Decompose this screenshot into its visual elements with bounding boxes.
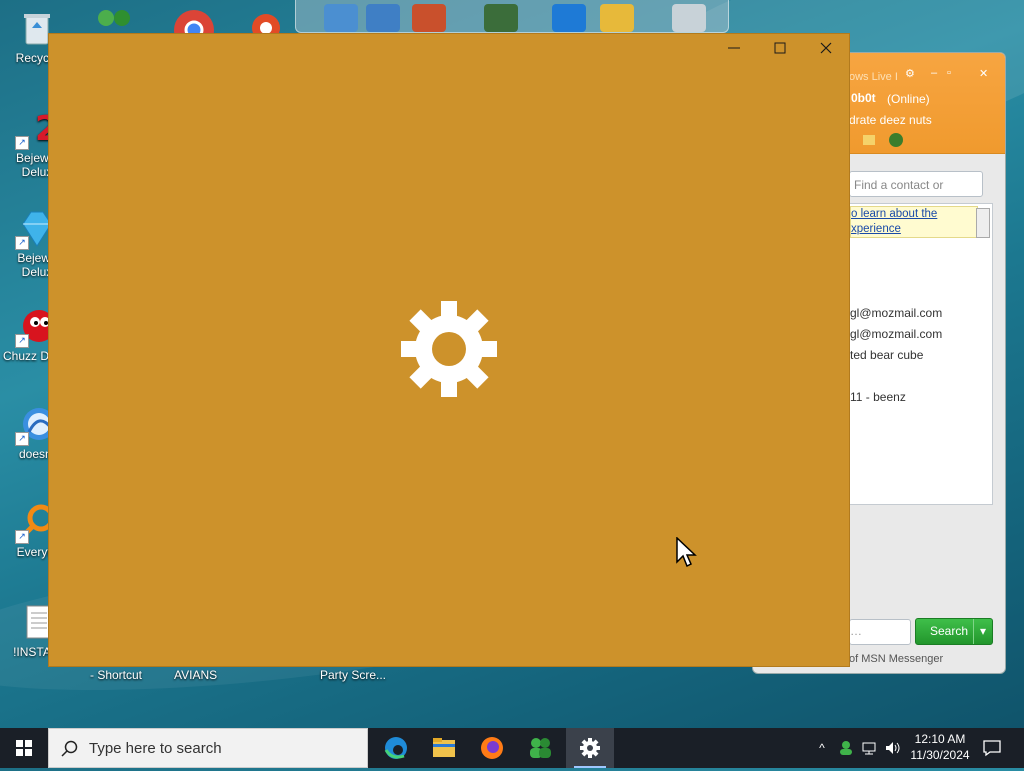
edge-icon bbox=[384, 737, 407, 759]
messenger-username[interactable]: 0b0t bbox=[851, 91, 876, 105]
windows-logo-icon bbox=[16, 740, 32, 756]
messenger-title: ows Live I bbox=[849, 71, 898, 83]
mouse-cursor-icon bbox=[676, 537, 697, 568]
volume-icon[interactable] bbox=[884, 740, 900, 756]
contact-item[interactable]: 11 - beenz bbox=[850, 390, 906, 404]
avatar-icon bbox=[484, 4, 518, 32]
taskbar-messenger[interactable] bbox=[516, 728, 564, 768]
contact-item[interactable]: gl@mozmail.com bbox=[850, 306, 942, 320]
messenger-desktop-icon[interactable] bbox=[92, 6, 136, 34]
spaces-icon[interactable] bbox=[889, 133, 903, 147]
contact-list: o learn about the xperience gl@mozmail.c… bbox=[849, 203, 993, 505]
image-icon bbox=[412, 4, 446, 32]
mail-icon[interactable] bbox=[863, 135, 875, 145]
firefox-icon bbox=[481, 737, 503, 759]
messenger-footer: of MSN Messenger bbox=[849, 653, 944, 665]
contact-search-input[interactable]: Find a contact or numbe bbox=[849, 171, 983, 218]
info-banner-link[interactable]: o learn about the bbox=[851, 207, 977, 222]
info-banner-link[interactable]: xperience bbox=[851, 222, 977, 237]
messenger-status[interactable]: (Online) bbox=[887, 92, 930, 106]
recycle-bin-icon bbox=[672, 4, 706, 32]
settings-icon bbox=[580, 738, 600, 758]
globe-icon bbox=[366, 4, 400, 32]
messenger-maximize-button[interactable]: ▫ bbox=[947, 67, 951, 79]
show-hidden-icons-chevron-icon[interactable]: ^ bbox=[812, 728, 832, 768]
search-button-label: Search bbox=[930, 624, 969, 638]
clock-date: 11/30/2024 bbox=[910, 748, 970, 762]
messenger-settings-icon[interactable]: ⚙ bbox=[905, 67, 915, 80]
background-window-strip bbox=[295, 0, 729, 33]
close-icon bbox=[820, 42, 832, 54]
chevron-down-icon[interactable]: ▾ bbox=[973, 619, 992, 644]
info-banner[interactable]: o learn about the xperience bbox=[850, 206, 978, 238]
desktop-icon-label[interactable]: AVIANS bbox=[174, 668, 217, 682]
file-explorer-icon bbox=[433, 738, 455, 757]
messenger-personal-message[interactable]: ydrate deez nuts bbox=[843, 113, 932, 127]
search-button[interactable]: Search ▾ bbox=[915, 618, 993, 645]
minimize-icon bbox=[728, 47, 740, 49]
taskbar-search-box[interactable]: Type here to search bbox=[48, 728, 368, 768]
close-button[interactable] bbox=[803, 34, 849, 66]
maximize-icon bbox=[774, 42, 786, 54]
shortcut-arrow-icon: ↗ bbox=[15, 530, 29, 544]
chrome-desktop-icon[interactable] bbox=[170, 6, 218, 50]
search-icon bbox=[61, 740, 78, 757]
messenger-icon bbox=[530, 738, 551, 758]
notifications-icon[interactable] bbox=[982, 738, 1002, 758]
shortcut-arrow-icon: ↗ bbox=[15, 236, 29, 250]
clock-time: 12:10 AM bbox=[914, 732, 966, 746]
folder-icon bbox=[600, 4, 634, 32]
start-button[interactable] bbox=[0, 728, 48, 768]
taskbar-file-explorer[interactable] bbox=[420, 728, 468, 768]
web-search-input[interactable]: … bbox=[849, 619, 911, 645]
messenger-minimize-button[interactable]: – bbox=[931, 67, 937, 79]
contact-item[interactable]: ted bear cube bbox=[850, 348, 923, 362]
desktop-icon-label[interactable]: - Shortcut bbox=[90, 668, 142, 682]
network-icon[interactable] bbox=[862, 740, 878, 756]
shortcut-arrow-icon: ↗ bbox=[15, 334, 29, 348]
folder-icon bbox=[324, 4, 358, 32]
desktop-icon-label[interactable]: Party Scre... bbox=[320, 668, 386, 682]
taskbar-firefox[interactable] bbox=[468, 728, 516, 768]
contact-item[interactable]: gl@mozmail.com bbox=[850, 327, 942, 341]
app-desktop-icon[interactable] bbox=[248, 6, 284, 42]
taskbar-clock[interactable]: 12:10 AM 11/30/2024 bbox=[900, 731, 980, 763]
taskbar-edge[interactable] bbox=[372, 728, 420, 768]
taskbar-settings[interactable] bbox=[566, 728, 614, 768]
maximize-button[interactable] bbox=[757, 34, 803, 66]
minimize-button[interactable] bbox=[711, 34, 757, 66]
messenger-tray-icon[interactable] bbox=[838, 740, 854, 756]
shortcut-arrow-icon: ↗ bbox=[15, 432, 29, 446]
banner-scrollbar[interactable] bbox=[976, 208, 990, 238]
settings-gear-icon bbox=[401, 301, 497, 397]
settings-window[interactable] bbox=[48, 33, 850, 667]
taskbar-search-placeholder: Type here to search bbox=[89, 740, 222, 757]
app-icon bbox=[552, 4, 586, 32]
taskbar: Type here to search ^ 12:10 AM 11/30/202… bbox=[0, 728, 1024, 768]
shortcut-arrow-icon: ↗ bbox=[15, 136, 29, 150]
messenger-close-button[interactable]: ✕ bbox=[979, 67, 988, 80]
